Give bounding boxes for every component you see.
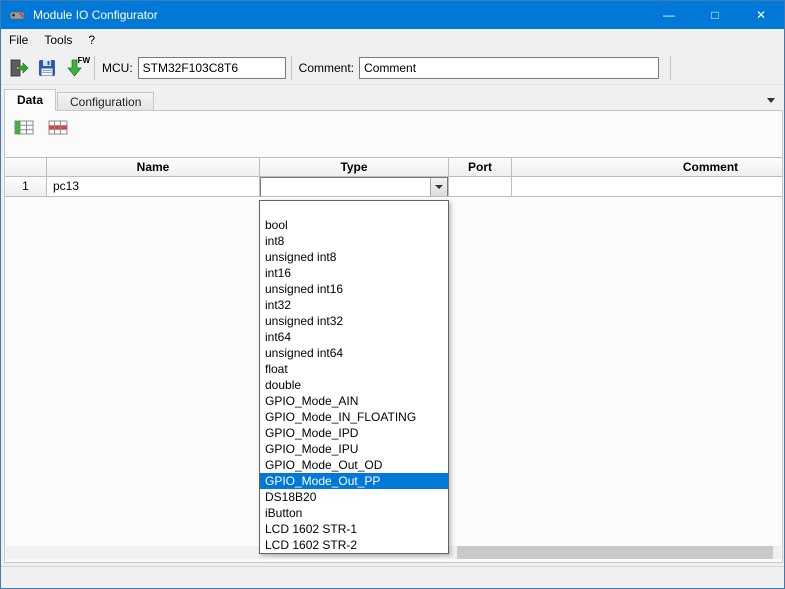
mcu-label: MCU: [102,60,133,75]
dropdown-item[interactable]: int32 [260,297,448,313]
toolbar-separator [290,55,292,80]
io-grid: Name Type Port Comment 1 pc13 [5,157,782,197]
dropdown-item[interactable]: GPIO_Mode_AIN [260,393,448,409]
close-button[interactable]: ✕ [738,1,784,29]
dropdown-item[interactable]: LCD 1602 STR-2 [260,537,448,553]
fw-label: FW [77,55,90,65]
save-floppy-icon [39,59,55,76]
combobox-dropdown-button[interactable] [430,178,447,196]
exit-button[interactable] [5,54,33,82]
title-bar: Module IO Configurator — □ ✕ [1,1,784,29]
dropdown-item[interactable]: GPIO_Mode_Out_PP [260,473,448,489]
comment-label: Comment: [298,60,355,75]
dropdown-item[interactable]: GPIO_Mode_Out_OD [260,457,448,473]
dropdown-item[interactable]: unsigned int16 [260,281,448,297]
dropdown-item[interactable]: unsigned int8 [260,249,448,265]
header-name[interactable]: Name [47,157,260,177]
dropdown-item[interactable]: DS18B20 [260,489,448,505]
header-port[interactable]: Port [449,157,512,177]
comment-cell[interactable] [512,177,782,197]
menu-help[interactable]: ? [80,29,103,51]
type-dropdown-list: bool int8 unsigned int8 int16 unsigned int16… [259,200,449,554]
grid-toolbar [11,117,71,139]
dropdown-item[interactable]: LCD 1602 STR-1 [260,521,448,537]
type-combobox[interactable] [260,177,448,196]
dropdown-item[interactable]: int64 [260,329,448,345]
header-row-number[interactable] [5,157,47,177]
mcu-input[interactable] [137,56,286,79]
comment-input[interactable] [359,56,660,79]
app-icon [9,11,25,20]
exit-door-icon [10,59,29,76]
add-row-button[interactable] [11,117,37,139]
dropdown-item[interactable]: int16 [260,265,448,281]
dropdown-item[interactable]: double [260,377,448,393]
tab-data[interactable]: Data [4,89,57,111]
horizontal-scrollbar-thumb[interactable] [457,546,773,559]
dropdown-item[interactable]: bool [260,217,448,233]
tab-overflow-dropdown-icon[interactable] [767,98,775,103]
flash-firmware-button[interactable]: FW [61,54,90,82]
add-row-icon [14,120,34,135]
dropdown-item[interactable]: float [260,361,448,377]
maximize-button[interactable]: □ [692,1,738,29]
menu-file[interactable]: File [1,29,36,51]
dropdown-item[interactable]: unsigned int64 [260,345,448,361]
header-comment[interactable]: Comment [512,157,782,177]
grid-header-row: Name Type Port Comment [5,157,782,177]
app-window: Module IO Configurator — □ ✕ File Tools … [0,0,785,589]
window-title: Module IO Configurator [33,8,158,22]
menu-bar: File Tools ? [1,29,784,51]
type-cell [260,177,449,197]
delete-row-icon [48,120,68,135]
port-cell[interactable] [449,177,512,197]
dropdown-item[interactable]: unsigned int32 [260,313,448,329]
header-type[interactable]: Type [260,157,449,177]
tab-strip: Data Configuration [4,89,781,111]
tab-configuration[interactable]: Configuration [57,92,155,111]
dropdown-item[interactable]: int8 [260,233,448,249]
row-number-cell[interactable]: 1 [5,177,47,197]
main-toolbar: FW MCU: Comment: [1,51,784,85]
menu-tools[interactable]: Tools [36,29,80,51]
minimize-button[interactable]: — [646,1,692,29]
toolbar-separator [670,55,672,80]
name-cell[interactable]: pc13 [47,177,260,197]
dropdown-item[interactable]: GPIO_Mode_IN_FLOATING [260,409,448,425]
toolbar-separator [94,55,95,80]
status-bar [1,566,784,588]
save-button[interactable] [33,54,61,82]
dropdown-item[interactable] [260,201,448,217]
grid-data-row: 1 pc13 [5,177,782,197]
dropdown-item[interactable]: iButton [260,505,448,521]
delete-row-button[interactable] [45,117,71,139]
chevron-down-icon [435,185,443,189]
dropdown-item[interactable]: GPIO_Mode_IPD [260,425,448,441]
dropdown-item[interactable]: GPIO_Mode_IPU [260,441,448,457]
